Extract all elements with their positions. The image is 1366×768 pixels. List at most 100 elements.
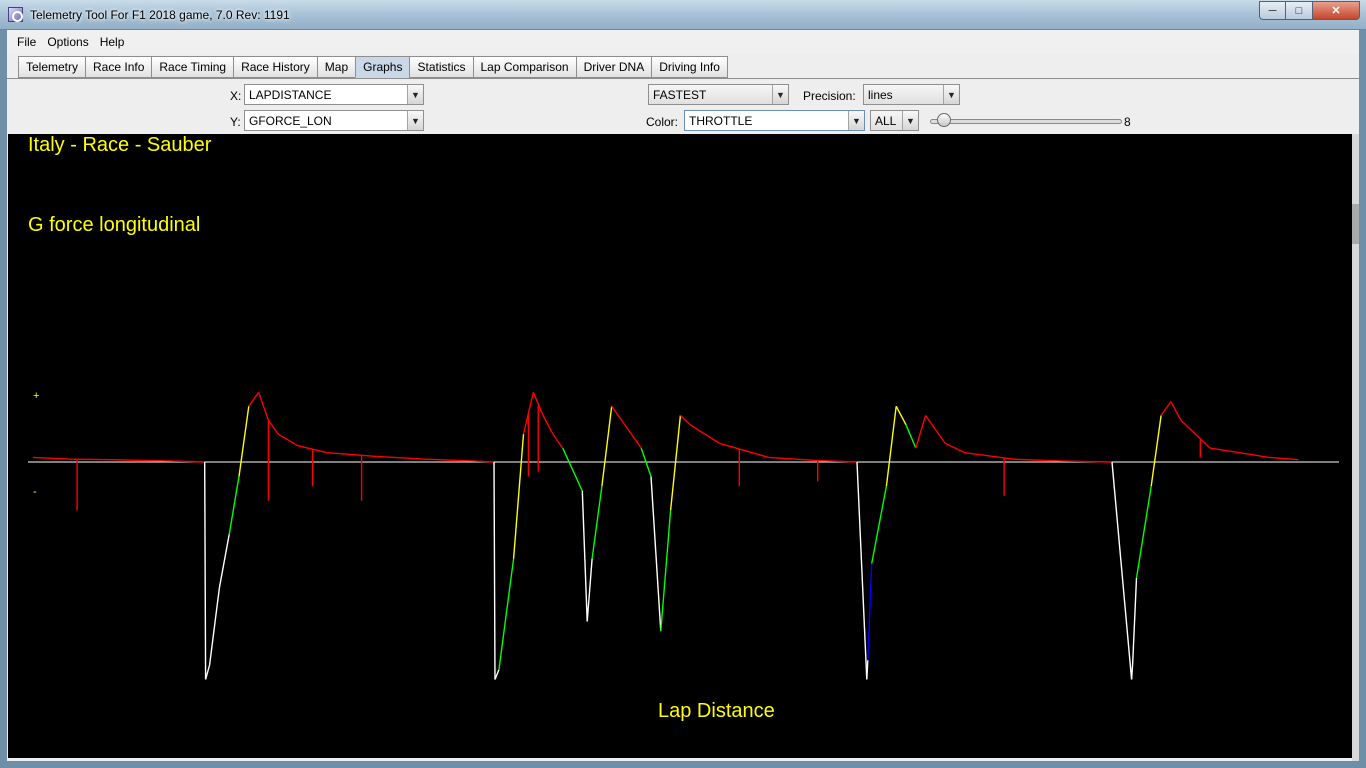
chart-y-label: G force longitudinal bbox=[28, 214, 201, 236]
y-axis-value: GFORCE_LON bbox=[249, 113, 332, 128]
series-segment bbox=[1062, 460, 1113, 463]
series-segment bbox=[591, 486, 603, 559]
series-segment bbox=[1131, 577, 1138, 666]
x-axis-value: LAPDISTANCE bbox=[249, 87, 332, 102]
series-segment bbox=[552, 433, 564, 449]
tab-telemetry[interactable]: Telemetry bbox=[18, 56, 86, 78]
series-segment bbox=[719, 442, 769, 459]
series-segment bbox=[581, 490, 588, 622]
color-select[interactable]: THROTTLE ▼ bbox=[684, 110, 865, 131]
series-segment bbox=[867, 563, 873, 661]
window-controls: ─ □ ✕ bbox=[1259, 1, 1360, 20]
chevron-down-icon: ▼ bbox=[407, 85, 423, 104]
menubar: File Options Help bbox=[7, 30, 1359, 54]
series-segment bbox=[248, 391, 260, 407]
series-segment bbox=[1199, 438, 1211, 449]
graph-controls: X: LAPDISTANCE ▼ Y: GFORCE_LON ▼ FASTEST… bbox=[7, 79, 1359, 134]
chevron-down-icon: ▼ bbox=[943, 85, 959, 104]
menu-file[interactable]: File bbox=[11, 35, 41, 49]
menu-help[interactable]: Help bbox=[94, 35, 130, 49]
tab-race-history[interactable]: Race History bbox=[233, 56, 317, 78]
tab-map[interactable]: Map bbox=[316, 56, 356, 78]
series-segment bbox=[871, 486, 888, 564]
chevron-down-icon: ▼ bbox=[407, 111, 423, 130]
series-segment bbox=[267, 419, 279, 435]
y-axis-label: Y: bbox=[230, 115, 241, 129]
chevron-down-icon: ▼ bbox=[902, 111, 918, 130]
series-segment bbox=[689, 424, 720, 444]
series-segment bbox=[150, 459, 190, 463]
scrollbar-thumb[interactable] bbox=[1352, 204, 1359, 244]
color-label: Color: bbox=[646, 115, 679, 129]
series-segment bbox=[586, 558, 593, 622]
series-segment bbox=[376, 455, 426, 460]
y-axis-select[interactable]: GFORCE_LON ▼ bbox=[244, 110, 424, 131]
tab-race-timing[interactable]: Race Timing bbox=[151, 56, 234, 78]
series-segment bbox=[1170, 401, 1182, 421]
vertical-scrollbar[interactable] bbox=[1352, 134, 1359, 761]
series-segment bbox=[111, 459, 151, 462]
series-segment bbox=[620, 419, 632, 435]
series-segment bbox=[493, 461, 496, 680]
app-icon bbox=[8, 7, 23, 22]
x-axis-select[interactable]: LAPDISTANCE ▼ bbox=[244, 84, 424, 105]
series-segment bbox=[1130, 664, 1134, 680]
lap-select[interactable]: FASTEST ▼ bbox=[648, 84, 789, 105]
series-segment bbox=[562, 447, 583, 492]
menu-options[interactable]: Options bbox=[41, 35, 93, 49]
chart-title: Italy - Race - Sauber bbox=[28, 134, 212, 156]
tab-strip: Telemetry Race Info Race Timing Race His… bbox=[18, 56, 728, 78]
chevron-down-icon: ▼ bbox=[772, 85, 788, 104]
series-segment bbox=[866, 660, 869, 680]
series-segment bbox=[32, 456, 73, 460]
tab-statistics[interactable]: Statistics bbox=[409, 56, 473, 78]
negative-marker: - bbox=[33, 486, 37, 498]
filter-select[interactable]: ALL ▼ bbox=[870, 110, 919, 131]
precision-select[interactable]: lines ▼ bbox=[863, 84, 960, 105]
series-segment bbox=[925, 415, 936, 430]
tab-lap-comparison[interactable]: Lap Comparison bbox=[472, 56, 576, 78]
color-value: THROTTLE bbox=[689, 113, 753, 128]
series-segment bbox=[895, 405, 907, 426]
series-segment bbox=[327, 452, 377, 458]
series-segment bbox=[1209, 447, 1240, 454]
chart-x-label: Lap Distance bbox=[658, 700, 775, 722]
slider-track[interactable] bbox=[930, 119, 1122, 124]
series-segment bbox=[630, 433, 642, 449]
tab-driver-dna[interactable]: Driver DNA bbox=[575, 56, 652, 78]
chevron-down-icon: ▼ bbox=[848, 111, 864, 130]
series-segment bbox=[885, 406, 897, 487]
series-segment bbox=[277, 433, 299, 447]
close-button[interactable]: ✕ bbox=[1313, 1, 1360, 20]
series-segment bbox=[542, 415, 554, 435]
minimize-button[interactable]: ─ bbox=[1259, 1, 1286, 20]
window-title: Telemetry Tool For F1 2018 game, 7.0 Rev… bbox=[30, 8, 290, 22]
series-segment bbox=[1111, 461, 1133, 680]
window-titlebar: Telemetry Tool For F1 2018 game, 7.0 Rev… bbox=[0, 0, 1366, 30]
slider-value: 8 bbox=[1124, 115, 1131, 129]
series-segment bbox=[611, 405, 623, 421]
series-segment bbox=[650, 476, 662, 632]
series-segment bbox=[601, 406, 613, 487]
series-segment bbox=[1150, 415, 1162, 487]
lap-value: FASTEST bbox=[653, 87, 707, 102]
series-segment bbox=[238, 406, 250, 477]
series-segment bbox=[189, 460, 205, 463]
series-segment bbox=[512, 434, 525, 559]
tab-driving-info[interactable]: Driving Info bbox=[651, 56, 728, 78]
x-axis-label: X: bbox=[230, 89, 242, 103]
tab-graphs[interactable]: Graphs bbox=[355, 56, 410, 78]
precision-value: lines bbox=[868, 87, 893, 102]
tab-race-info[interactable]: Race Info bbox=[85, 56, 152, 78]
slider-thumb[interactable] bbox=[937, 113, 951, 127]
maximize-button[interactable]: □ bbox=[1286, 1, 1313, 20]
graph-canvas: Italy - Race - Sauber G force longitudin… bbox=[8, 134, 1359, 758]
series-segment bbox=[425, 458, 475, 462]
series-segment bbox=[208, 587, 221, 666]
filter-value: ALL bbox=[875, 113, 897, 128]
series-segment bbox=[679, 414, 691, 426]
series-segment bbox=[1180, 419, 1191, 430]
series-segment bbox=[669, 415, 682, 511]
series-segment bbox=[660, 510, 672, 632]
series-segment bbox=[944, 442, 966, 454]
